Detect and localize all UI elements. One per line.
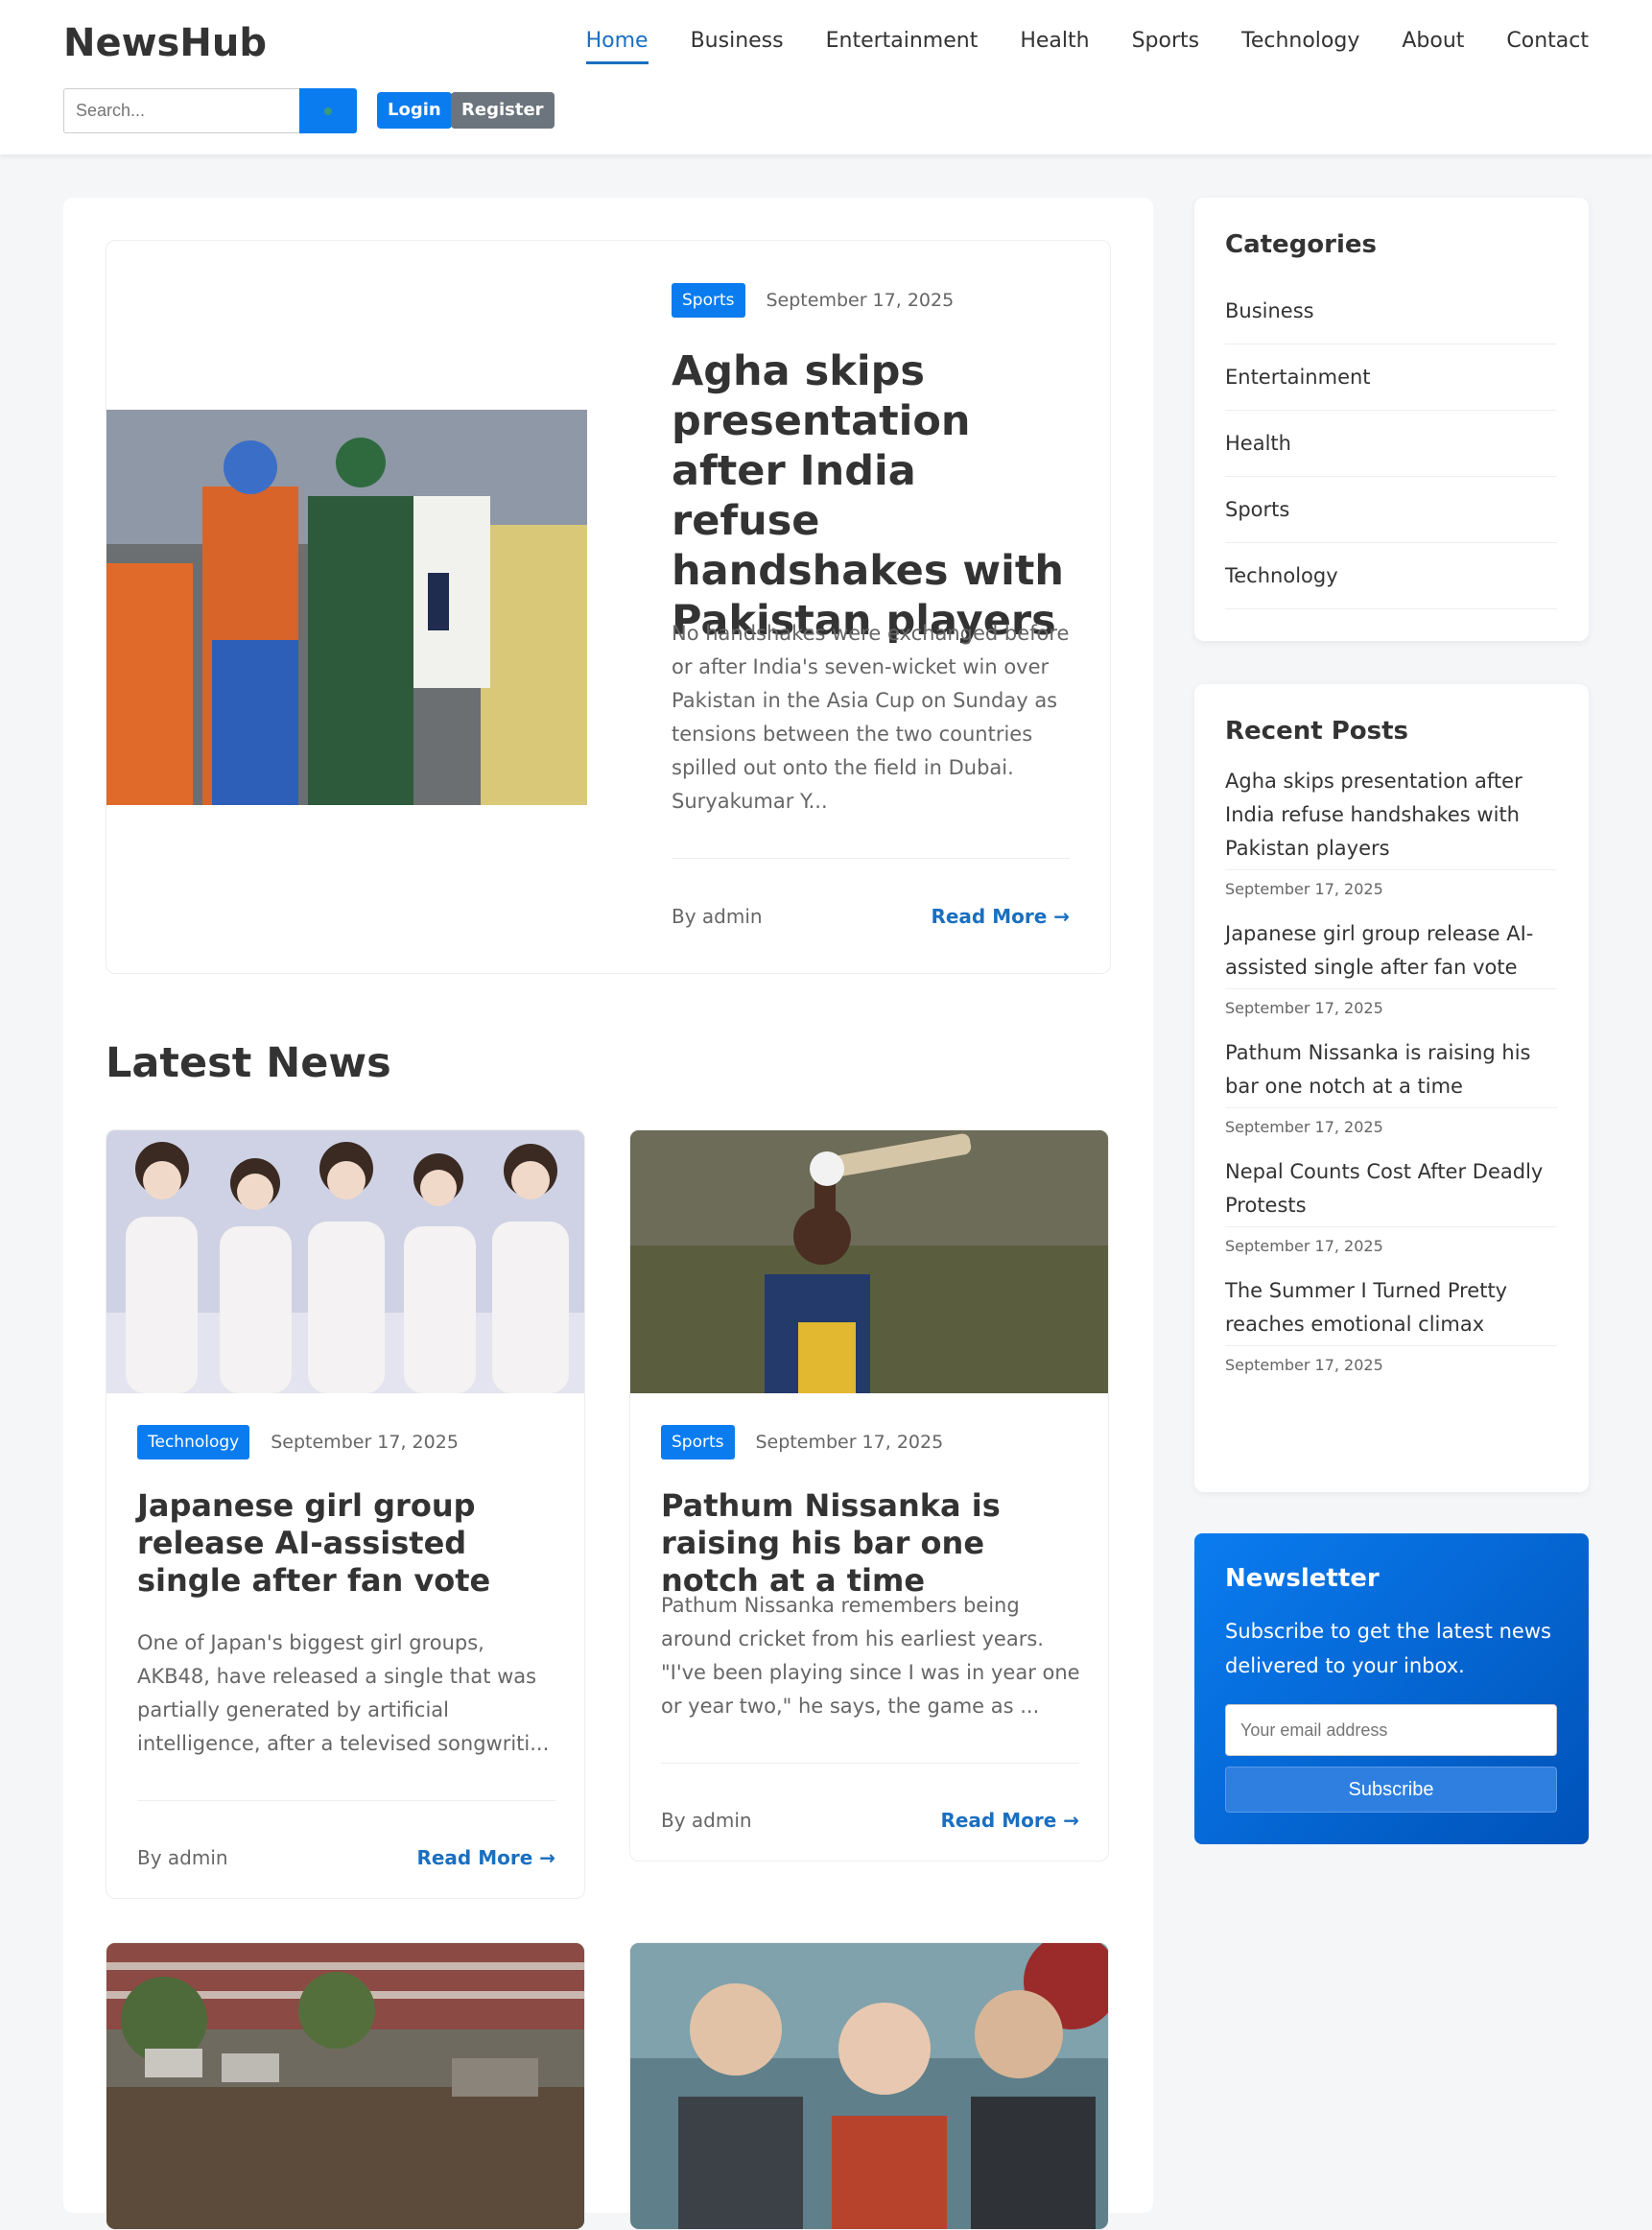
divider bbox=[137, 1800, 555, 1801]
register-button[interactable]: Register bbox=[451, 92, 555, 129]
post-author: By admin bbox=[661, 1809, 752, 1832]
recent-post-date: September 17, 2025 bbox=[1225, 880, 1383, 898]
read-more-link[interactable]: Read More → bbox=[931, 905, 1070, 928]
post-author: By admin bbox=[672, 905, 763, 928]
category-link[interactable]: Health bbox=[1225, 411, 1557, 477]
site-header: NewsHub Home Business Entertainment Heal… bbox=[0, 0, 1652, 154]
divider bbox=[672, 858, 1070, 859]
card-image[interactable] bbox=[106, 1130, 584, 1393]
recent-post-date: September 17, 2025 bbox=[1225, 1356, 1383, 1374]
nav-entertainment[interactable]: Entertainment bbox=[826, 29, 979, 60]
main-nav: Home Business Entertainment Health Sport… bbox=[544, 29, 1589, 64]
card-excerpt: Pathum Nissanka remembers being around c… bbox=[661, 1594, 1080, 1718]
site-logo[interactable]: NewsHub bbox=[63, 21, 267, 65]
news-card: Sports September 17, 2025 Pathum Nissank… bbox=[629, 1129, 1109, 1862]
nav-home[interactable]: Home bbox=[585, 29, 649, 64]
recent-post-title[interactable]: Agha skips presentation after India refu… bbox=[1225, 765, 1557, 870]
post-date: September 17, 2025 bbox=[755, 1432, 944, 1453]
divider bbox=[661, 1763, 1079, 1764]
category-badge[interactable]: Technology bbox=[137, 1425, 250, 1459]
recent-post: The Summer I Turned Pretty reaches emoti… bbox=[1225, 1274, 1557, 1393]
recent-post-title[interactable]: Pathum Nissanka is raising his bar one n… bbox=[1225, 1036, 1557, 1108]
newsletter-text: Subscribe to get the latest news deliver… bbox=[1225, 1620, 1551, 1677]
email-field[interactable] bbox=[1225, 1704, 1557, 1756]
category-link[interactable]: Technology bbox=[1225, 543, 1557, 609]
newsletter-title: Newsletter bbox=[1225, 1564, 1380, 1593]
news-card bbox=[629, 1942, 1109, 2230]
recent-post-date: September 17, 2025 bbox=[1225, 1118, 1383, 1136]
recent-post: Japanese girl group release AI-assisted … bbox=[1225, 917, 1557, 1036]
card-footer: By admin Read More → bbox=[137, 1846, 555, 1869]
recent-post-title[interactable]: Nepal Counts Cost After Deadly Protests bbox=[1225, 1155, 1557, 1227]
recent-post-title[interactable]: The Summer I Turned Pretty reaches emoti… bbox=[1225, 1274, 1557, 1346]
recent-post: Nepal Counts Cost After Deadly Protests … bbox=[1225, 1155, 1557, 1274]
latest-news-heading: Latest News bbox=[106, 1039, 391, 1087]
nav-health[interactable]: Health bbox=[1020, 29, 1089, 60]
category-badge[interactable]: Sports bbox=[661, 1425, 735, 1459]
category-link[interactable]: Business bbox=[1225, 278, 1557, 344]
card-image[interactable] bbox=[630, 1943, 1108, 2229]
nav-about[interactable]: About bbox=[1402, 29, 1464, 60]
widget-title: Categories bbox=[1225, 230, 1378, 259]
recent-post-date: September 17, 2025 bbox=[1225, 1237, 1383, 1255]
main-content: Sports September 17, 2025 Agha skips pre… bbox=[63, 198, 1153, 2230]
card-meta: Sports September 17, 2025 bbox=[661, 1425, 943, 1459]
nav-business[interactable]: Business bbox=[691, 29, 784, 60]
recent-post: Agha skips presentation after India refu… bbox=[1225, 765, 1557, 917]
widget-title: Recent Posts bbox=[1225, 717, 1408, 746]
card-footer: By admin Read More → bbox=[661, 1809, 1079, 1832]
card-excerpt: One of Japan's biggest girl groups, AKB4… bbox=[137, 1631, 550, 1755]
read-more-link[interactable]: Read More → bbox=[416, 1846, 555, 1869]
featured-meta: Sports September 17, 2025 bbox=[672, 283, 954, 318]
category-list: Business Entertainment Health Sports Tec… bbox=[1225, 278, 1557, 609]
card-meta: Technology September 17, 2025 bbox=[137, 1425, 459, 1459]
login-button[interactable]: Login bbox=[377, 92, 452, 129]
recent-post-title[interactable]: Japanese girl group release AI-assisted … bbox=[1225, 917, 1557, 989]
news-card bbox=[106, 1942, 585, 2230]
recent-posts-widget: Recent Posts Agha skips presentation aft… bbox=[1194, 684, 1589, 1492]
nav-sports[interactable]: Sports bbox=[1132, 29, 1200, 60]
search-button[interactable] bbox=[299, 88, 357, 133]
category-badge[interactable]: Sports bbox=[672, 283, 745, 318]
newsletter-widget: Newsletter Subscribe to get the latest n… bbox=[1194, 1533, 1589, 1844]
post-date: September 17, 2025 bbox=[766, 290, 955, 311]
card-title[interactable]: Pathum Nissanka is raising his bar one n… bbox=[661, 1487, 1083, 1600]
nav-technology[interactable]: Technology bbox=[1241, 29, 1359, 60]
recent-posts-list: Agha skips presentation after India refu… bbox=[1225, 765, 1557, 1393]
read-more-link[interactable]: Read More → bbox=[940, 1809, 1079, 1832]
category-link[interactable]: Entertainment bbox=[1225, 344, 1557, 411]
post-author: By admin bbox=[137, 1846, 228, 1869]
search-icon bbox=[324, 107, 332, 115]
featured-footer: By admin Read More → bbox=[672, 905, 1070, 928]
category-link[interactable]: Sports bbox=[1225, 477, 1557, 543]
featured-image[interactable] bbox=[106, 410, 587, 805]
post-date: September 17, 2025 bbox=[271, 1432, 459, 1453]
recent-post-date: September 17, 2025 bbox=[1225, 999, 1383, 1017]
featured-post: Sports September 17, 2025 Agha skips pre… bbox=[106, 240, 1111, 974]
search-form bbox=[63, 88, 357, 133]
recent-post: Pathum Nissanka is raising his bar one n… bbox=[1225, 1036, 1557, 1155]
news-card: Technology September 17, 2025 Japanese g… bbox=[106, 1129, 585, 1899]
featured-title[interactable]: Agha skips presentation after India refu… bbox=[672, 346, 1074, 646]
card-title[interactable]: Japanese girl group release AI-assisted … bbox=[137, 1487, 559, 1600]
nav-contact[interactable]: Contact bbox=[1506, 29, 1589, 60]
search-input[interactable] bbox=[63, 88, 299, 133]
categories-widget: Categories Business Entertainment Health… bbox=[1194, 198, 1589, 641]
card-image[interactable] bbox=[630, 1130, 1108, 1393]
card-image[interactable] bbox=[106, 1943, 584, 2229]
featured-excerpt: No handshakes were exchanged before or a… bbox=[672, 622, 1070, 813]
subscribe-button[interactable]: Subscribe bbox=[1225, 1767, 1557, 1813]
